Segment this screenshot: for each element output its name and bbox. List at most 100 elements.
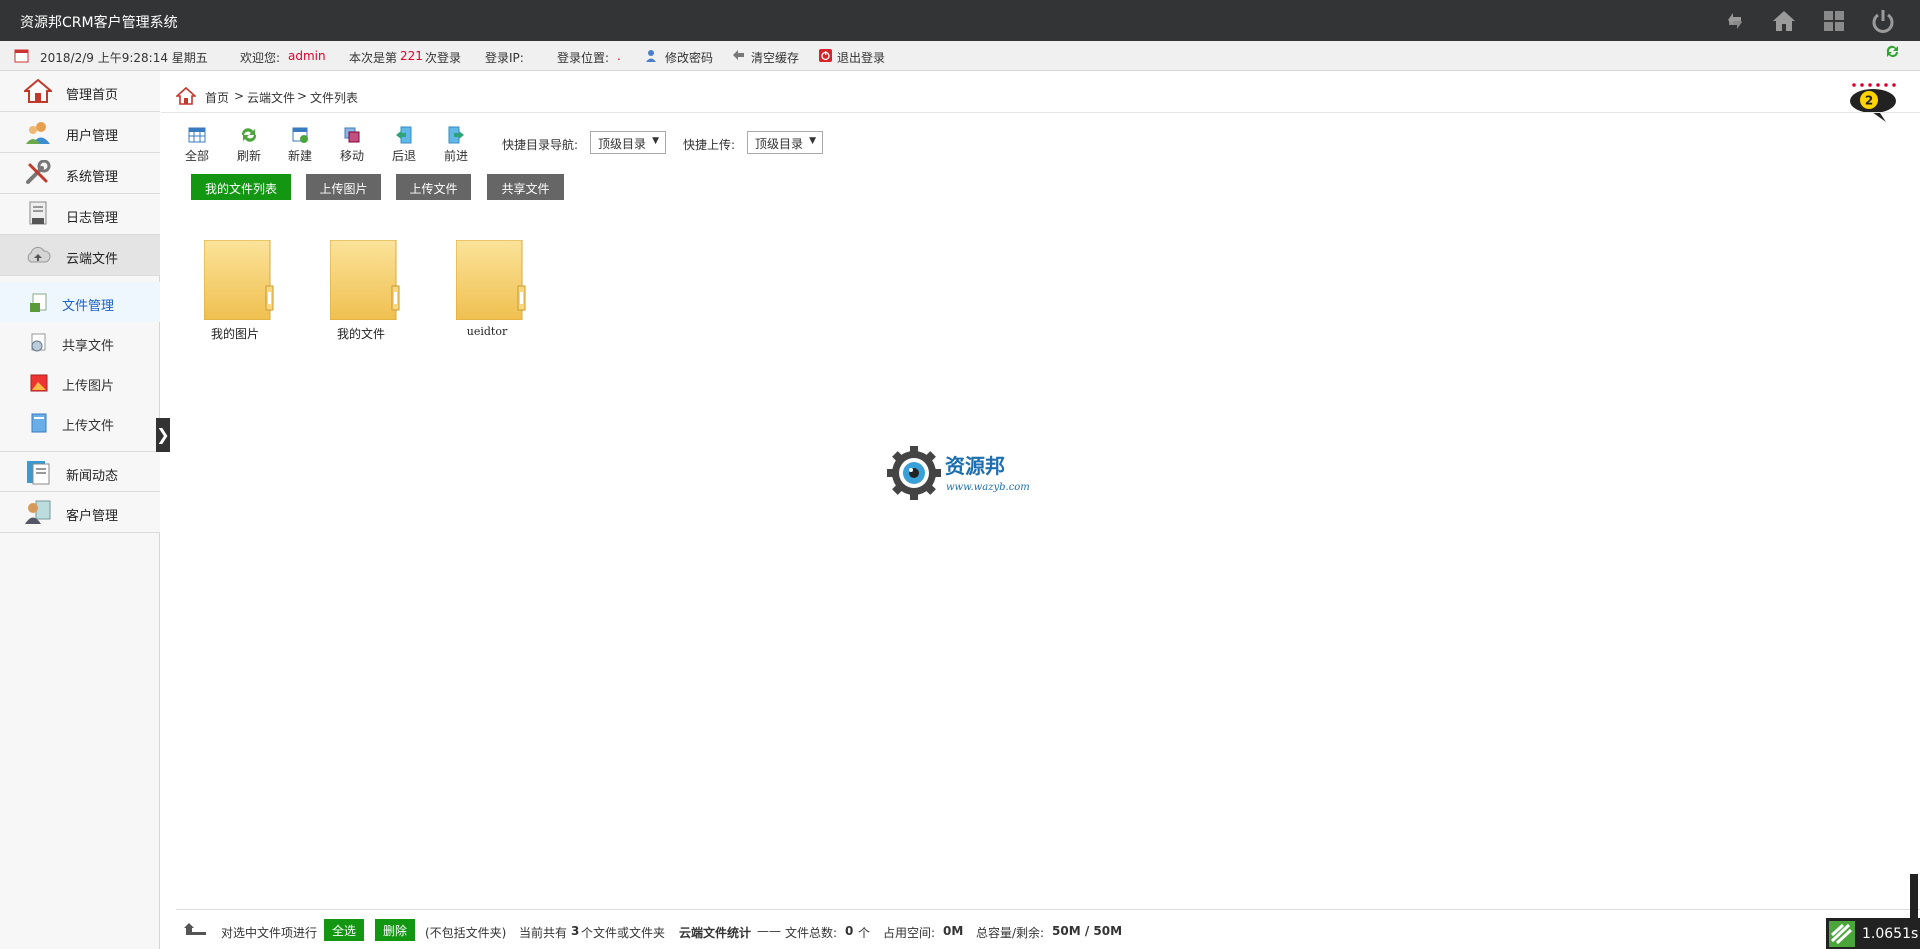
grid-icon[interactable] <box>1821 8 1847 34</box>
sidebar-collapse-toggle[interactable]: ❯ <box>156 418 170 452</box>
tools-icon <box>26 160 51 184</box>
toolbar-all-button[interactable]: 全部 <box>177 126 217 163</box>
home-icon[interactable] <box>176 86 196 106</box>
header-divider <box>161 112 1920 113</box>
log-icon <box>29 201 47 225</box>
folder-item[interactable]: ueidtor <box>442 240 532 340</box>
home-icon[interactable] <box>1771 8 1797 34</box>
login-count: 221 <box>400 49 423 63</box>
sidebar-item-home[interactable]: 管理首页 <box>0 71 160 112</box>
folder-item[interactable]: 我的文件 <box>316 240 406 341</box>
sidebar-sub-item-upload-image[interactable]: 上传图片 <box>0 362 160 402</box>
tab-shared-files[interactable]: 共享文件 <box>487 174 564 200</box>
folder-item[interactable]: 我的图片 <box>190 240 280 341</box>
sidebar-item-cloud-files[interactable]: 云端文件 <box>0 235 160 276</box>
sidebar-sub-item-label: 文件管理 <box>62 299 115 314</box>
toolbar-back-button[interactable]: 后退 <box>384 126 424 163</box>
share-file-icon <box>31 333 46 352</box>
new-icon <box>292 127 308 143</box>
sidebar-item-users[interactable]: 用户管理 <box>0 112 160 153</box>
refresh-icon[interactable] <box>1722 8 1748 34</box>
sidebar: 管理首页 用户管理 系统管理 日志管理 云端文件 文件管理 共享文件 上传图片 … <box>0 71 160 949</box>
change-password-link[interactable]: 修改密码 <box>665 49 713 66</box>
folder-icon <box>204 240 274 320</box>
login-location-label: 登录位置: <box>557 51 610 65</box>
breadcrumb-file-list: 文件列表 <box>310 91 359 105</box>
notification-badge[interactable]: 2 <box>1848 82 1898 126</box>
sidebar-item-label: 用户管理 <box>66 129 119 144</box>
return-arrow-icon <box>184 923 206 935</box>
stats-label: 云端文件统计 <box>679 926 752 940</box>
notification-count: 2 <box>1865 94 1873 108</box>
table-icon <box>188 127 206 143</box>
sidebar-sub-item-upload-file[interactable]: 上传文件 <box>0 402 160 442</box>
toolbar-label: 新建 <box>287 149 312 163</box>
sidebar-item-news[interactable]: 新闻动态 <box>0 451 160 492</box>
welcome-label: 欢迎您: <box>240 51 281 65</box>
delete-button[interactable]: 删除 <box>375 919 416 941</box>
toolbar-refresh-button[interactable]: 刷新 <box>229 126 269 163</box>
users-icon <box>26 122 50 144</box>
toolbar-move-button[interactable]: 移动 <box>332 126 372 163</box>
sidebar-item-customers[interactable]: 客户管理 <box>0 492 160 533</box>
sidebar-item-label: 客户管理 <box>66 509 119 524</box>
login-ip-label: 登录IP: <box>485 51 524 65</box>
breadcrumb-separator: > <box>297 89 308 103</box>
chevron-down-icon: ▼ <box>809 136 816 146</box>
watermark-url: www.wazyb.com <box>946 482 1030 493</box>
folder-name: 我的文件 <box>336 327 385 341</box>
back-icon <box>396 126 412 144</box>
house-icon <box>24 78 52 103</box>
clear-cache-icon <box>733 50 744 60</box>
breadcrumb-separator: > <box>234 89 245 103</box>
logout-link[interactable]: 退出登录 <box>837 49 885 66</box>
toolbar-forward-button[interactable]: 前进 <box>436 126 476 163</box>
quick-upload-select[interactable]: 顶级目录 ▼ <box>747 131 823 154</box>
username: admin <box>288 49 326 63</box>
quick-nav-label: 快捷目录导航: <box>502 138 579 152</box>
clear-cache-link[interactable]: 清空缓存 <box>751 49 799 66</box>
sidebar-sub-item-share-file[interactable]: 共享文件 <box>0 322 160 362</box>
user-key-icon <box>646 50 656 62</box>
power-icon[interactable] <box>1870 8 1896 34</box>
sidebar-item-system[interactable]: 系统管理 <box>0 153 160 194</box>
used-space-value: 0M <box>943 924 964 938</box>
leaf-icon <box>1829 921 1855 947</box>
quick-upload-value: 顶级目录 <box>755 137 804 151</box>
select-all-button[interactable]: 全选 <box>324 919 365 941</box>
sidebar-item-logs[interactable]: 日志管理 <box>0 194 160 235</box>
breadcrumb-home[interactable]: 首页 <box>205 89 229 106</box>
sync-icon[interactable] <box>1885 44 1900 59</box>
file-total-value: 0 <box>845 924 854 938</box>
page-timer-value: 1.0651s <box>1862 926 1919 942</box>
quick-nav-select[interactable]: 顶级目录 ▼ <box>590 131 666 154</box>
tab-upload-image[interactable]: 上传图片 <box>306 174 381 200</box>
toolbar-label: 移动 <box>339 149 364 163</box>
sidebar-sub-item-label: 共享文件 <box>62 339 115 354</box>
breadcrumb-cloud-files[interactable]: 云端文件 <box>247 89 295 106</box>
top-bar: 资源邦CRM客户管理系统 <box>0 0 1920 41</box>
stats-dash: —— <box>757 924 781 938</box>
tab-upload-file[interactable]: 上传文件 <box>396 174 471 200</box>
current-total-count: 3 <box>571 924 580 938</box>
current-total-suffix: 个文件或文件夹 <box>581 926 666 940</box>
quick-upload-label: 快捷上传: <box>683 138 736 152</box>
info-bar: 2018/2/9 上午9:28:14 星期五 欢迎您: admin 本次是第 2… <box>0 41 1920 71</box>
app-title: 资源邦CRM客户管理系统 <box>20 15 178 31</box>
tab-my-files[interactable]: 我的文件列表 <box>191 174 291 200</box>
file-total-unit: 个 <box>858 926 871 940</box>
capacity-value: 50M / 50M <box>1052 924 1123 938</box>
current-total-prefix: 当前共有 <box>519 926 568 940</box>
toolbar-label: 后退 <box>391 149 416 163</box>
forward-icon <box>448 126 464 144</box>
sidebar-sub-item-label: 上传图片 <box>62 379 115 394</box>
folder-icon <box>330 240 400 320</box>
toolbar-new-button[interactable]: 新建 <box>280 126 320 163</box>
upload-file-icon <box>31 413 47 433</box>
folder-icon <box>456 240 526 320</box>
capacity-label: 总容量/剩余: <box>976 926 1045 940</box>
sidebar-item-label: 系统管理 <box>66 170 119 185</box>
scrollbar-thumb[interactable] <box>1910 874 1918 918</box>
sidebar-sub-item-file-manage[interactable]: 文件管理 <box>0 282 160 322</box>
news-icon <box>27 461 50 485</box>
